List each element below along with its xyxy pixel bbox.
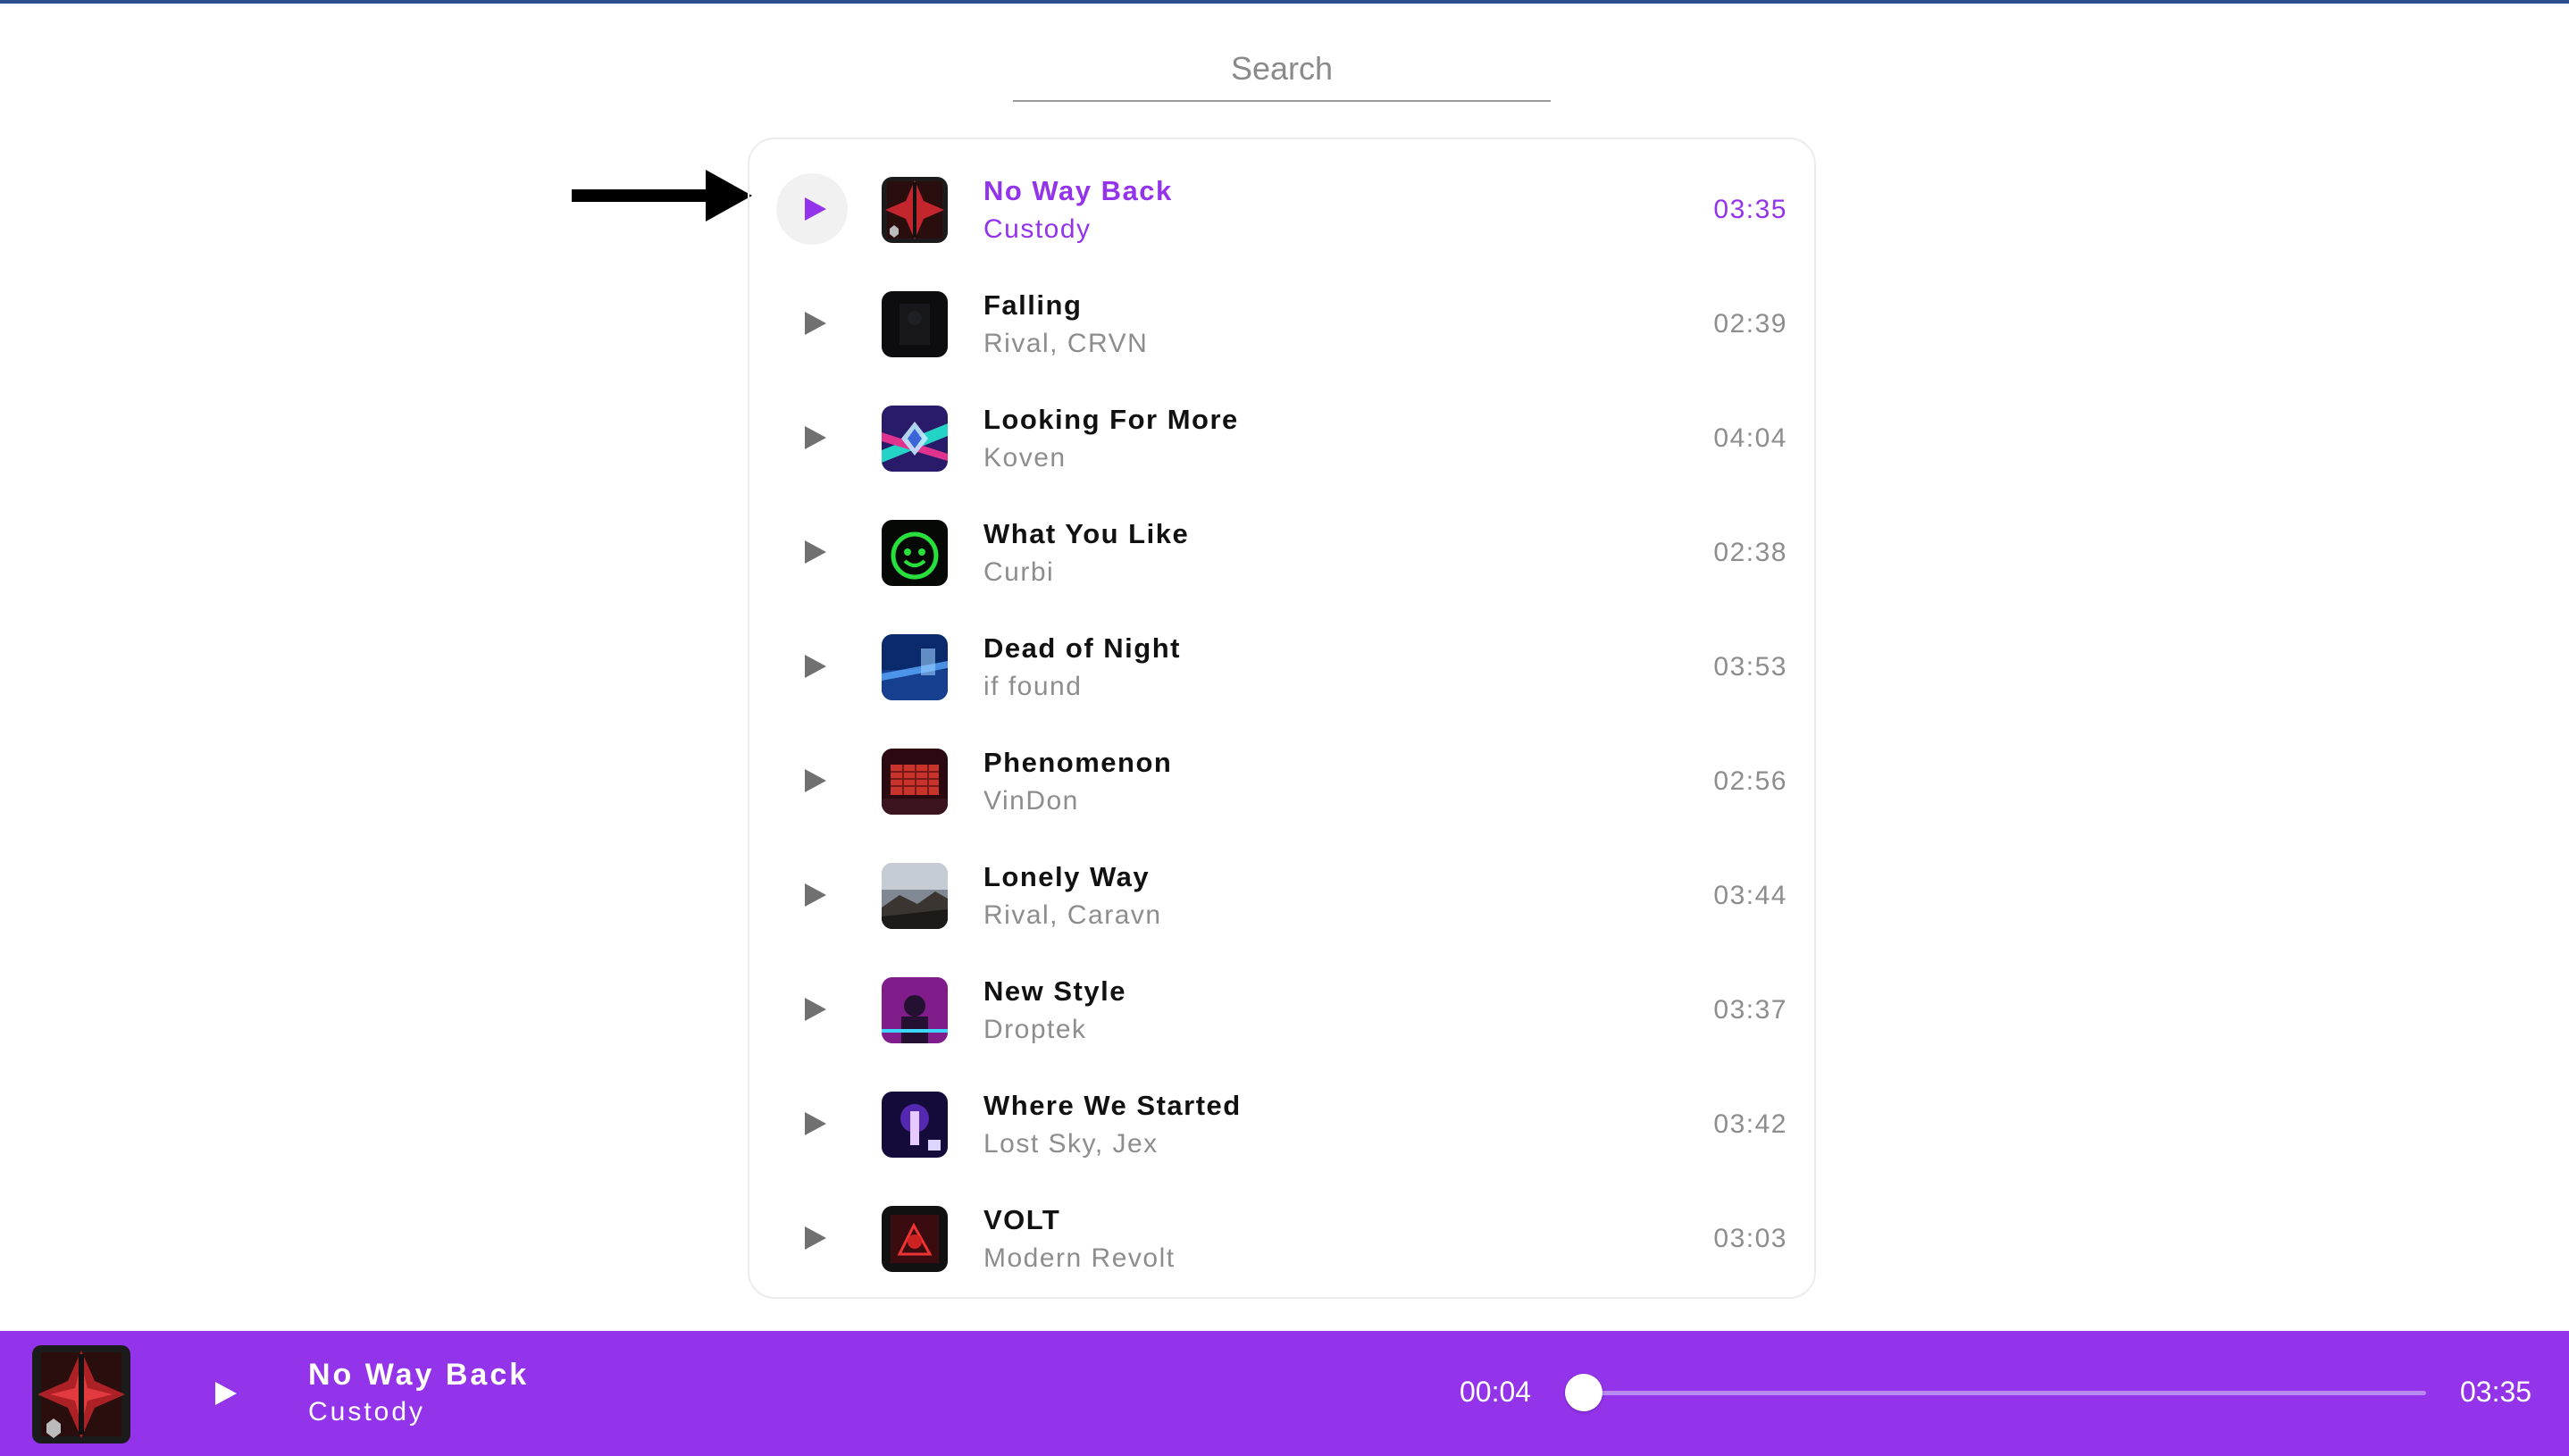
album-cover (882, 863, 948, 929)
track-title: New Style (983, 975, 1126, 1007)
album-cover (882, 177, 948, 243)
track-play-button[interactable] (776, 1088, 848, 1159)
track-title: What You Like (983, 518, 1190, 549)
track-duration: 02:39 (1713, 309, 1787, 339)
track-duration: 03:53 (1713, 652, 1787, 682)
play-icon (805, 540, 826, 564)
track-duration: 03:35 (1713, 195, 1787, 224)
arrow-right-icon (572, 170, 752, 222)
track-duration: 02:38 (1713, 538, 1787, 567)
track-row[interactable]: VOLT Modern Revolt 03:03 (749, 1181, 1814, 1295)
progress-slider[interactable] (1565, 1374, 2426, 1411)
track-play-button[interactable] (776, 288, 848, 359)
player-album-cover (32, 1345, 130, 1443)
track-row[interactable]: Falling Rival, CRVN 02:39 (749, 266, 1814, 381)
play-icon (805, 883, 826, 907)
player-track-artist: Custody (308, 1397, 426, 1427)
play-icon (805, 426, 826, 449)
track-artist: Droptek (983, 1015, 1087, 1044)
album-cover (882, 1092, 948, 1158)
play-icon (805, 197, 826, 221)
play-icon (805, 1226, 826, 1250)
play-icon (805, 998, 826, 1021)
track-row[interactable]: Lonely Way Rival, Caravn 03:44 (749, 838, 1814, 952)
track-artist: Koven (983, 443, 1067, 473)
track-play-button[interactable] (776, 173, 848, 245)
play-icon (215, 1382, 237, 1405)
track-artist: Rival, Caravn (983, 900, 1162, 930)
track-play-button[interactable] (776, 859, 848, 931)
progress-thumb[interactable] (1565, 1374, 1603, 1411)
track-duration: 03:03 (1713, 1224, 1787, 1253)
track-row[interactable]: Where We Started Lost Sky, Jex 03:42 (749, 1067, 1814, 1181)
play-icon (805, 312, 826, 335)
track-row[interactable]: Phenomenon VinDon 02:56 (749, 724, 1814, 838)
track-row[interactable]: New Style Droptek 03:37 (749, 952, 1814, 1067)
track-artist: Lost Sky, Jex (983, 1129, 1159, 1159)
track-title: No Way Back (983, 175, 1173, 206)
track-row[interactable]: Looking For More Koven 04:04 (749, 381, 1814, 495)
track-title: Looking For More (983, 404, 1239, 435)
track-artist: Curbi (983, 557, 1055, 587)
track-title: Falling (983, 289, 1083, 321)
player-track-title: No Way Back (308, 1358, 530, 1392)
track-play-button[interactable] (776, 631, 848, 702)
search-input[interactable] (1013, 41, 1551, 96)
track-title: Lonely Way (983, 861, 1151, 892)
album-cover (882, 406, 948, 472)
play-icon (805, 769, 826, 792)
player-play-button[interactable] (198, 1367, 252, 1420)
track-duration: 02:56 (1713, 766, 1787, 796)
track-artist: VinDon (983, 786, 1079, 816)
track-row[interactable]: Dead of Night if found 03:53 (749, 609, 1814, 724)
player-bar: No Way Back Custody 00:04 03:35 (0, 1331, 2569, 1456)
track-artist: Rival, CRVN (983, 329, 1149, 358)
track-artist: Modern Revolt (983, 1243, 1176, 1273)
track-duration: 03:42 (1713, 1109, 1787, 1139)
track-play-button[interactable] (776, 974, 848, 1045)
track-title: Dead of Night (983, 632, 1181, 664)
track-duration: 04:04 (1713, 423, 1787, 453)
track-play-button[interactable] (776, 1202, 848, 1274)
track-artist: Custody (983, 214, 1092, 244)
track-title: Where We Started (983, 1090, 1242, 1121)
album-cover (882, 634, 948, 700)
track-play-button[interactable] (776, 402, 848, 473)
track-title: Phenomenon (983, 747, 1173, 778)
track-artist: if found (983, 672, 1083, 701)
track-row[interactable]: No Way Back Custody 03:35 (749, 152, 1814, 266)
track-title: VOLT (983, 1204, 1061, 1235)
play-icon (805, 1112, 826, 1135)
track-row[interactable]: What You Like Curbi 02:38 (749, 495, 1814, 609)
track-duration: 03:37 (1713, 995, 1787, 1025)
total-time: 03:35 (2460, 1376, 2532, 1408)
track-list: No Way Back Custody 03:35 Falling Rival, CRV… (748, 138, 1816, 1299)
track-play-button[interactable] (776, 745, 848, 816)
play-icon (805, 655, 826, 678)
album-cover (882, 749, 948, 815)
track-play-button[interactable] (776, 516, 848, 588)
album-cover (882, 291, 948, 357)
top-border (0, 0, 2569, 4)
album-cover (882, 520, 948, 586)
track-duration: 03:44 (1713, 881, 1787, 910)
search-bar (1013, 41, 1551, 102)
album-cover (882, 1206, 948, 1272)
album-cover (882, 977, 948, 1043)
current-time: 00:04 (1460, 1376, 1532, 1408)
progress-track (1567, 1391, 2426, 1395)
